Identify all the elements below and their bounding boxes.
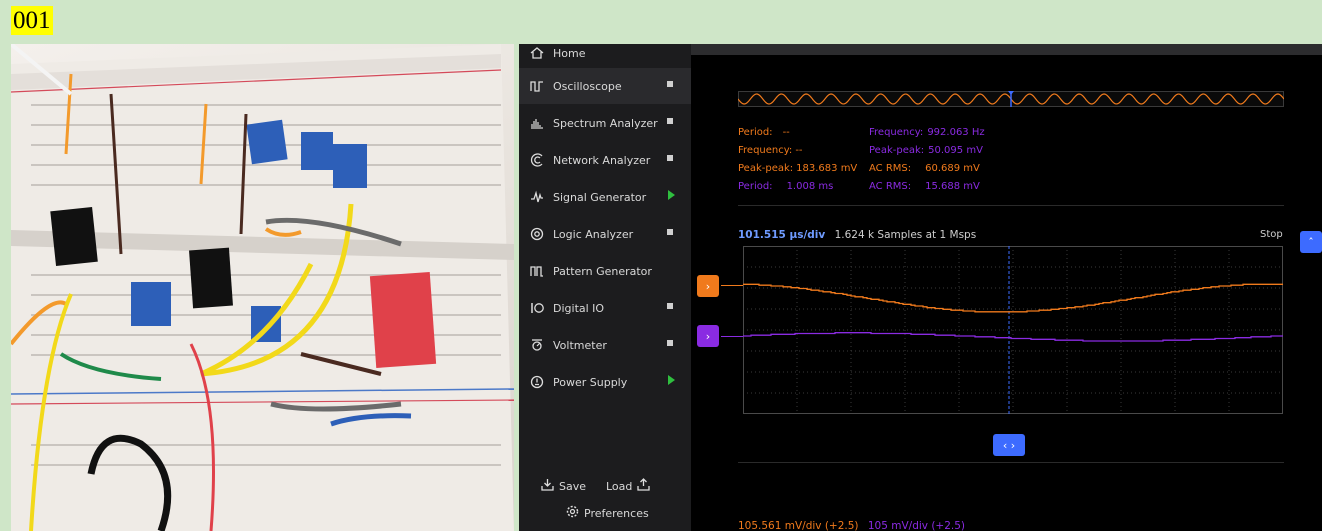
signal-icon — [529, 189, 545, 205]
stop-status-icon — [667, 118, 673, 124]
voltmeter-icon — [529, 337, 545, 353]
pattern-icon — [529, 263, 545, 279]
sidebar-item-digital-io[interactable]: Digital IO — [519, 290, 691, 326]
load-button[interactable]: Load — [606, 478, 651, 494]
waveform-overview[interactable] — [738, 91, 1284, 108]
preferences-button[interactable]: Preferences — [566, 505, 649, 521]
measurement-row: Frequency: 992.063 Hz — [869, 127, 985, 138]
sidebar-item-network-analyzer[interactable]: Network Analyzer — [519, 142, 691, 178]
measurement-row: Peak-peak: 183.683 mV — [738, 163, 858, 174]
chevrons-horizontal-icon: ‹ › — [1002, 438, 1016, 452]
sidebar-item-label: Oscilloscope — [553, 79, 622, 93]
sidebar-item-label: Signal Generator — [553, 190, 647, 204]
stop-status-icon — [667, 155, 673, 161]
sidebar-item-label: Logic Analyzer — [553, 227, 634, 241]
collapse-panel-button[interactable]: ˆ — [1300, 231, 1322, 253]
sidebar-item-power-supply[interactable]: Power Supply — [519, 364, 691, 400]
spectrum-icon — [529, 115, 545, 131]
channel-scale-labels[interactable]: 105.561 mV/div (+2.5) 105 mV/div (+2.5) — [738, 520, 965, 531]
save-icon — [541, 478, 554, 494]
horizontal-position-button[interactable]: ‹ › — [993, 434, 1025, 456]
sidebar: Home Oscilloscope Spectrum Analyzer Netw… — [519, 44, 691, 531]
sidebar-item-label: Power Supply — [553, 375, 628, 389]
gear-icon — [566, 505, 579, 521]
scope-plot[interactable] — [743, 246, 1283, 414]
run-state-label[interactable]: Stop — [1260, 229, 1283, 240]
sidebar-item-logic-analyzer[interactable]: Logic Analyzer — [519, 216, 691, 252]
channel-2-offset-line — [721, 336, 743, 337]
channel-2-scale: 105 mV/div (+2.5) — [867, 520, 966, 531]
measurement-row: Peak-peak: 50.095 mV — [869, 145, 983, 156]
stop-status-icon — [667, 229, 673, 235]
measurement-row: AC RMS: 60.689 mV — [869, 163, 980, 174]
sidebar-item-signal-generator[interactable]: Signal Generator — [519, 179, 691, 215]
channel-1-marker-button[interactable]: › — [697, 275, 719, 297]
image-index-label: 001 — [11, 6, 53, 35]
measurement-row: Period: -- — [738, 127, 790, 138]
stop-status-icon — [667, 81, 673, 87]
home-icon — [529, 45, 545, 61]
play-status-icon — [668, 375, 675, 385]
sidebar-item-label: Pattern Generator — [553, 264, 652, 278]
sidebar-item-oscilloscope[interactable]: Oscilloscope — [519, 68, 691, 104]
digital-io-icon — [529, 300, 545, 316]
preferences-label: Preferences — [584, 506, 649, 520]
oscilloscope-view: Period: -- Frequency: -- Peak-peak: 183.683… — [691, 44, 1322, 531]
sidebar-item-label: Voltmeter — [553, 338, 607, 352]
logic-icon — [529, 226, 545, 242]
timebase-label[interactable]: 101.515 μs/div 1.624 k Samples at 1 Msps — [738, 229, 976, 241]
stop-status-icon — [667, 340, 673, 346]
breadboard-photo — [11, 44, 514, 531]
channel-2-trace — [743, 332, 1283, 342]
chevron-right-icon: › — [705, 279, 711, 293]
sidebar-item-pattern-generator[interactable]: Pattern Generator — [519, 253, 691, 289]
save-label: Save — [559, 479, 587, 493]
measurement-row: Period: 1.008 ms — [738, 181, 834, 192]
sidebar-item-home[interactable]: Home — [519, 44, 691, 71]
play-status-icon — [668, 190, 675, 200]
sidebar-item-label: Home — [553, 46, 586, 60]
chevron-up-icon: ˆ — [1308, 235, 1314, 249]
sidebar-item-label: Network Analyzer — [553, 153, 651, 167]
load-label: Load — [606, 479, 633, 493]
measurement-row: AC RMS: 15.688 mV — [869, 181, 980, 192]
channel-1-scale: 105.561 mV/div (+2.5) — [738, 520, 859, 531]
power-icon — [529, 374, 545, 390]
stop-status-icon — [667, 303, 673, 309]
load-icon — [637, 478, 651, 494]
network-icon — [529, 152, 545, 168]
waveforms-app: Home Oscilloscope Spectrum Analyzer Netw… — [519, 44, 1322, 531]
measurement-row: Frequency: -- — [738, 145, 803, 156]
channel-2-marker-button[interactable]: › — [697, 325, 719, 347]
channel-1-offset-line — [721, 285, 743, 286]
top-bar — [691, 44, 1322, 55]
sidebar-item-label: Spectrum Analyzer — [553, 116, 658, 130]
oscilloscope-icon — [529, 78, 545, 94]
samples-label: 1.624 k Samples at 1 Msps — [834, 229, 977, 241]
divider — [738, 462, 1284, 463]
sidebar-item-voltmeter[interactable]: Voltmeter — [519, 327, 691, 363]
sidebar-item-label: Digital IO — [553, 301, 605, 315]
save-button[interactable]: Save — [541, 478, 586, 494]
sidebar-item-spectrum-analyzer[interactable]: Spectrum Analyzer — [519, 105, 691, 141]
divider — [738, 205, 1284, 206]
chevron-right-icon: › — [705, 329, 711, 343]
